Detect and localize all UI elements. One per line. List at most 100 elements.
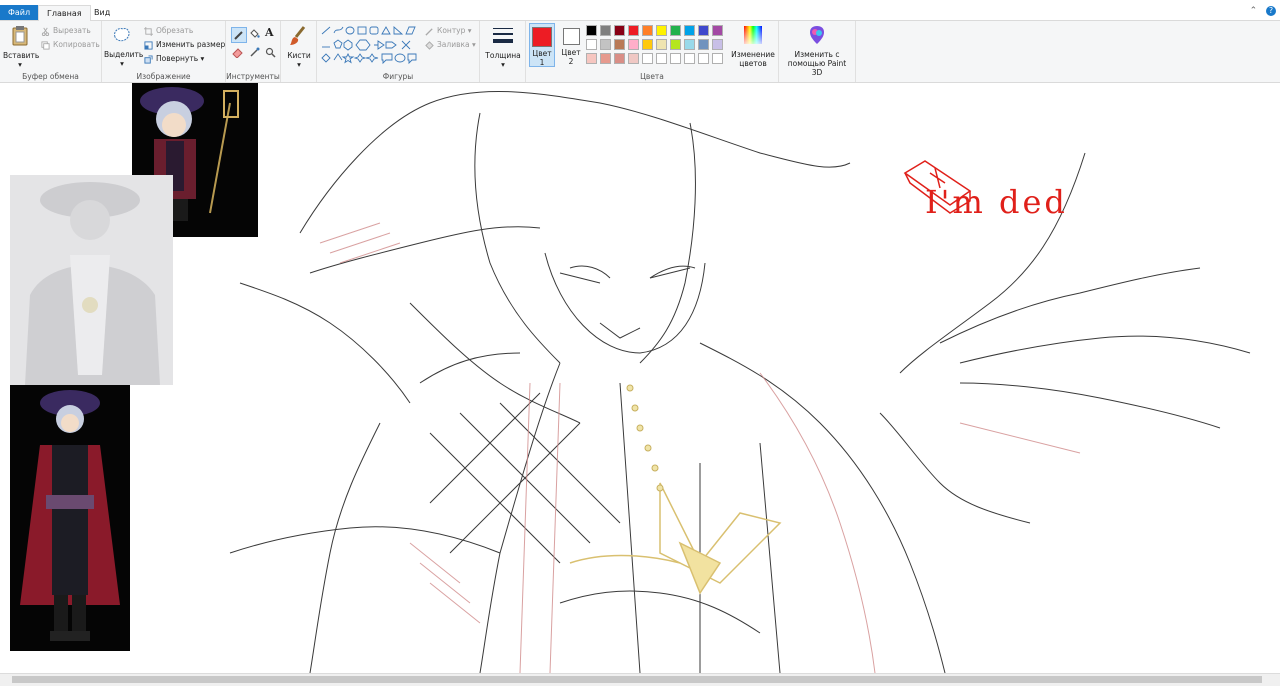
collapse-ribbon-icon[interactable]: ⌃: [1250, 6, 1258, 16]
brushes-label: Кисти: [287, 51, 311, 60]
palette-color-swatch[interactable]: [614, 25, 625, 36]
tab-view[interactable]: Вид: [86, 5, 118, 20]
palette-color-swatch[interactable]: [642, 25, 653, 36]
horizontal-scrollbar[interactable]: [0, 673, 1280, 686]
palette-color-swatch[interactable]: [586, 25, 597, 36]
group-tools: A Инструменты: [226, 21, 281, 82]
copy-button[interactable]: Копировать: [41, 39, 100, 51]
palette-color-swatch[interactable]: [712, 53, 723, 64]
scissors-icon: [41, 27, 50, 36]
paste-label: Вставить: [3, 51, 40, 60]
help-icon[interactable]: ?: [1266, 6, 1276, 16]
palette-color-swatch[interactable]: [628, 39, 639, 50]
palette-color-swatch[interactable]: [600, 39, 611, 50]
palette-color-swatch[interactable]: [600, 25, 611, 36]
size-button[interactable]: Толщина ▾: [483, 25, 523, 69]
tab-file[interactable]: Файл: [0, 5, 38, 20]
palette-color-swatch[interactable]: [642, 39, 653, 50]
outline-button[interactable]: Контур ▾: [425, 25, 472, 37]
color1-number: 1: [539, 58, 545, 67]
rainbow-palette-icon: [744, 26, 762, 44]
eraser-icon[interactable]: [232, 47, 243, 58]
size-label: Толщина: [485, 51, 521, 60]
select-button[interactable]: Выделить ▾: [104, 24, 144, 68]
palette-color-swatch[interactable]: [656, 25, 667, 36]
palette-color-swatch[interactable]: [670, 25, 681, 36]
paint3d-icon: [810, 26, 824, 44]
clipboard-icon: [12, 26, 28, 46]
palette-color-swatch[interactable]: [614, 53, 625, 64]
outline-icon: [425, 27, 433, 36]
shapes-group-label: Фигуры: [382, 72, 414, 81]
palette-color-swatch[interactable]: [698, 39, 709, 50]
fill-icon: [425, 40, 434, 50]
reference-image-full-body[interactable]: [10, 385, 130, 651]
chevron-down-icon: ▾: [472, 40, 476, 49]
crop-button[interactable]: Обрезать: [144, 25, 193, 37]
resize-button[interactable]: Изменить размер: [144, 39, 225, 51]
color2-swatch: [562, 28, 580, 45]
outline-label: Контур: [437, 26, 466, 35]
rotate-icon: [144, 54, 153, 64]
colors-group-label: Цвета: [640, 72, 664, 81]
shapes-gallery[interactable]: [320, 25, 418, 65]
group-clipboard: Вставить ▾ Вырезать Копировать Буфер обм…: [0, 21, 102, 82]
cut-button[interactable]: Вырезать: [41, 25, 91, 37]
fill-bucket-icon[interactable]: [249, 28, 260, 39]
color2-button[interactable]: Цвет 2: [558, 23, 584, 67]
palette-color-swatch[interactable]: [670, 53, 681, 64]
edit-colors-label: Изменение цветов: [731, 50, 775, 68]
palette-color-swatch[interactable]: [698, 53, 709, 64]
pencil-icon[interactable]: [231, 27, 247, 43]
paste-button[interactable]: Вставить ▾: [3, 25, 40, 69]
palette-color-swatch[interactable]: [614, 39, 625, 50]
color-picker-icon[interactable]: [249, 47, 260, 58]
paint3d-label: Изменить с помощью Paint 3D: [787, 50, 847, 77]
group-paint3d: Изменить с помощью Paint 3D: [779, 21, 856, 82]
palette-color-swatch[interactable]: [684, 39, 695, 50]
image-group-label: Изображение: [136, 72, 191, 81]
reference-image-sketch-art[interactable]: [10, 175, 173, 385]
palette-color-swatch[interactable]: [656, 53, 667, 64]
fill-button[interactable]: Заливка ▾: [425, 39, 476, 51]
ribbon-controls: ⌃ ?: [1244, 6, 1276, 16]
canvas-annotation-text: I'm ded: [925, 183, 1068, 221]
palette-color-swatch[interactable]: [684, 25, 695, 36]
text-tool-icon[interactable]: A: [265, 26, 274, 39]
select-label: Выделить: [104, 50, 144, 59]
group-brushes: Кисти ▾: [281, 21, 317, 82]
color1-label: Цвет: [532, 49, 552, 58]
brushes-button[interactable]: Кисти ▾: [284, 25, 314, 69]
palette-color-swatch[interactable]: [698, 25, 709, 36]
magnifier-icon[interactable]: [265, 47, 276, 58]
paint3d-button[interactable]: Изменить с помощью Paint 3D: [782, 24, 852, 77]
copy-icon: [41, 40, 50, 50]
palette-color-swatch[interactable]: [628, 53, 639, 64]
ribbon: Вставить ▾ Вырезать Копировать Буфер обм…: [0, 21, 1280, 83]
chevron-down-icon: ▾: [467, 26, 472, 35]
color1-button[interactable]: Цвет 1: [529, 23, 555, 67]
ribbon-tab-bar: Файл Главная Вид ⌃ ?: [0, 5, 1280, 21]
horizontal-scroll-thumb[interactable]: [12, 676, 1262, 683]
palette-color-swatch[interactable]: [684, 53, 695, 64]
edit-colors-button[interactable]: Изменение цветов: [730, 24, 776, 68]
palette-color-swatch[interactable]: [656, 39, 667, 50]
palette-color-swatch[interactable]: [586, 39, 597, 50]
chevron-down-icon: ▾: [18, 60, 22, 69]
palette-color-swatch[interactable]: [600, 53, 611, 64]
resize-icon: [144, 40, 153, 50]
palette-color-swatch[interactable]: [712, 25, 723, 36]
palette-color-swatch[interactable]: [642, 53, 653, 64]
palette-color-swatch[interactable]: [712, 39, 723, 50]
palette-color-swatch[interactable]: [670, 39, 681, 50]
palette-color-swatch[interactable]: [586, 53, 597, 64]
rotate-button[interactable]: Повернуть ▾: [144, 53, 204, 65]
brush-icon: [290, 26, 306, 45]
chevron-down-icon: ▾: [120, 59, 124, 68]
tools-group-label: Инструменты: [226, 72, 280, 81]
chevron-down-icon: ▾: [200, 54, 205, 63]
tab-home[interactable]: Главная: [38, 5, 91, 21]
palette-color-swatch[interactable]: [628, 25, 639, 36]
canvas-workspace[interactable]: I'm ded: [0, 83, 1280, 673]
copy-label: Копировать: [53, 40, 100, 49]
